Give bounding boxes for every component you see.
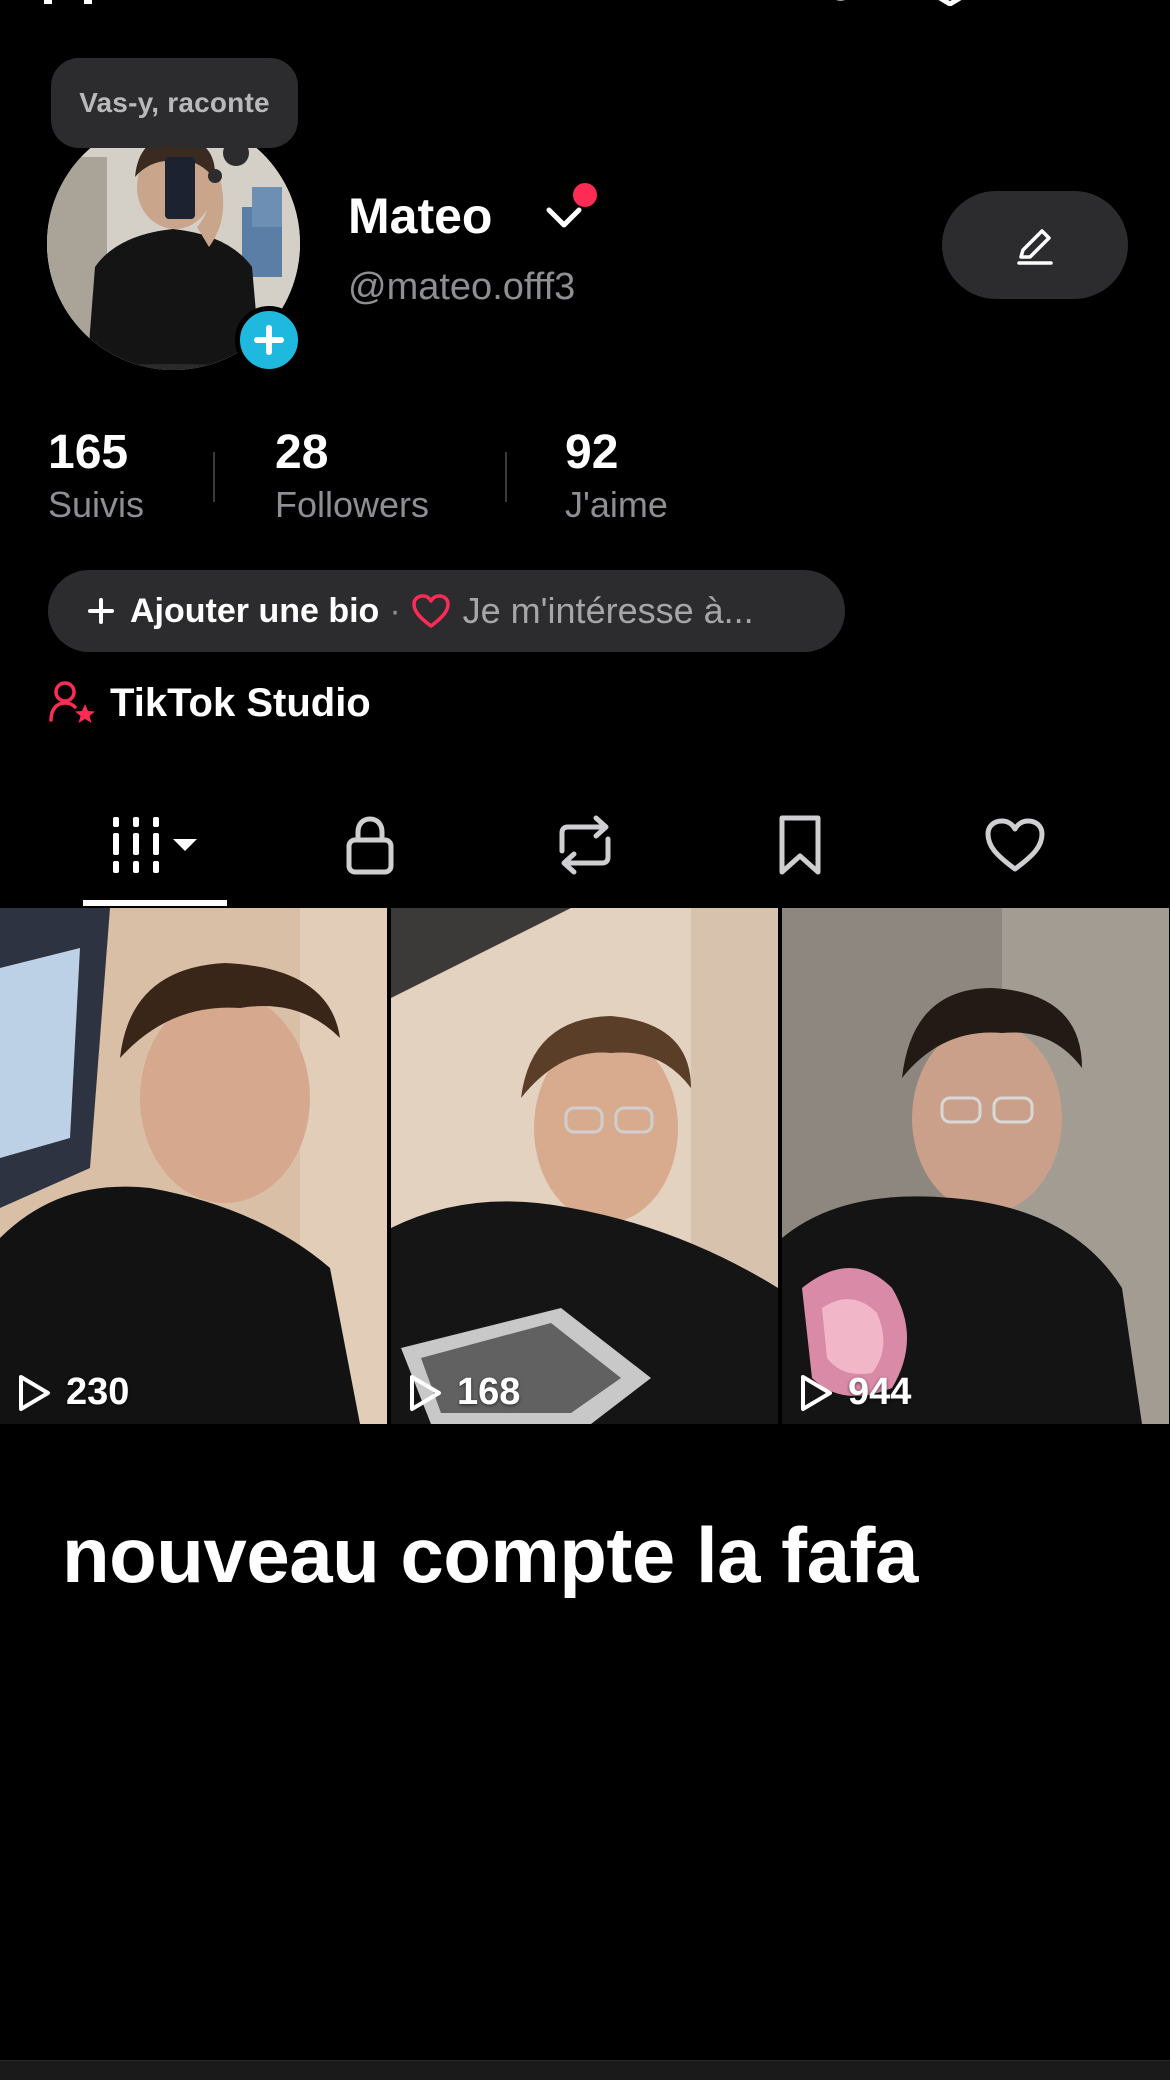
tab-private[interactable] (310, 790, 430, 900)
heart-outline-icon (411, 594, 450, 628)
profile-name[interactable]: Mateo (348, 187, 492, 245)
stat-divider (505, 452, 507, 502)
stat-followers[interactable]: 28 Followers (275, 425, 429, 527)
view-count-value: 230 (66, 1371, 130, 1413)
stat-likes-label: J'aime (565, 484, 668, 525)
active-tab-indicator (83, 900, 227, 906)
bubble-tail-dot (223, 140, 249, 166)
tiktok-studio-link[interactable]: TikTok Studio (48, 680, 371, 726)
tab-liked[interactable] (955, 790, 1075, 900)
view-count: 168 (407, 1371, 520, 1414)
notification-dot (573, 183, 597, 207)
stat-following-value: 165 (48, 426, 129, 479)
plus-icon (254, 325, 284, 355)
lock-icon (346, 816, 394, 875)
bottom-nav-bar[interactable] (0, 2060, 1170, 2080)
add-friends-icon[interactable] (44, 0, 114, 6)
creator-star-icon (49, 681, 95, 723)
video-thumbnail-image (391, 908, 778, 1424)
status-bubble-text: Vas-y, raconte (79, 87, 270, 118)
play-icon (410, 1374, 441, 1411)
bio-pill[interactable]: Ajouter une bio · Je m'intéresse à... (48, 570, 845, 652)
stat-followers-value: 28 (275, 426, 329, 479)
interests-label[interactable]: Je m'intéresse à... (463, 590, 754, 632)
profile-tabs (0, 790, 1170, 908)
tab-videos[interactable] (83, 790, 227, 900)
overlay-caption: nouveau compte la fafa (62, 1511, 918, 1599)
view-count: 230 (16, 1371, 129, 1414)
bookmark-icon (779, 815, 821, 875)
play-icon (801, 1374, 832, 1411)
video-thumbnail[interactable]: 230 (0, 908, 387, 1424)
top-actions-icons[interactable] (820, 0, 1140, 6)
stat-followers-label: Followers (275, 484, 430, 525)
video-thumbnail-image (782, 908, 1169, 1424)
video-grid: 230 168 944 (0, 908, 1170, 1424)
tab-favorites[interactable] (740, 790, 860, 900)
view-count: 944 (798, 1371, 911, 1414)
tab-reposts[interactable] (525, 790, 645, 900)
grid-icon (113, 817, 197, 873)
plus-icon (88, 598, 114, 624)
stat-following[interactable]: 165 Suivis (48, 425, 144, 527)
profile-handle: @mateo.offf3 (348, 266, 576, 308)
repost-icon (559, 815, 611, 875)
stat-likes[interactable]: 92 J'aime (565, 425, 668, 527)
stat-following-label: Suivis (48, 484, 145, 525)
play-icon (19, 1374, 50, 1411)
view-count-value: 168 (457, 1371, 521, 1413)
heart-icon (985, 818, 1045, 872)
edit-profile-button[interactable] (942, 191, 1128, 299)
video-thumbnail[interactable]: 168 (391, 908, 778, 1424)
top-nav-strip (0, 0, 1170, 14)
stat-divider (213, 452, 215, 502)
stat-likes-value: 92 (565, 426, 619, 479)
add-story-button[interactable] (235, 306, 303, 374)
add-bio-label[interactable]: Ajouter une bio (130, 592, 379, 631)
pencil-icon (1017, 229, 1053, 265)
bubble-tail-dot-small (208, 169, 222, 183)
status-bubble[interactable]: Vas-y, raconte (51, 58, 298, 148)
view-count-value: 944 (848, 1371, 912, 1413)
video-thumbnail[interactable]: 944 (782, 908, 1169, 1424)
tiktok-studio-label: TikTok Studio (110, 680, 371, 725)
bio-separator: · (389, 591, 401, 630)
video-thumbnail-image (0, 908, 387, 1424)
